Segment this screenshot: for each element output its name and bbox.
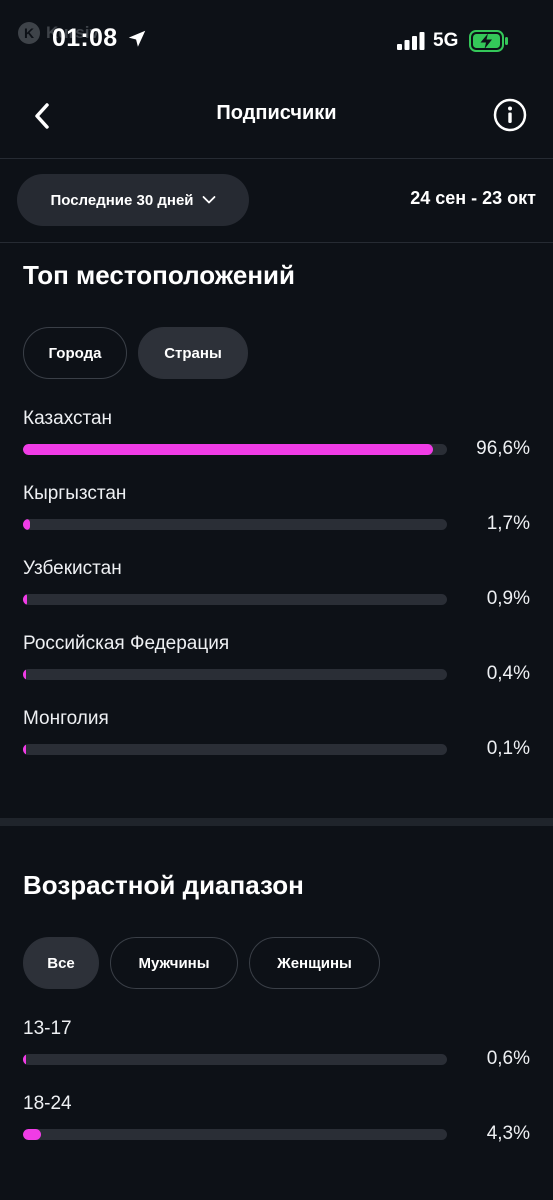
- age-bar-track: [23, 1129, 447, 1140]
- age-label: 18-24: [23, 1093, 72, 1114]
- location-bar-track: [23, 519, 447, 530]
- location-label: Монголия: [23, 708, 109, 729]
- location-arrow-icon: [128, 30, 146, 47]
- location-value: 0,4%: [486, 663, 530, 684]
- age-label: 13-17: [23, 1018, 72, 1039]
- location-bar-track: [23, 594, 447, 605]
- tab-cities[interactable]: Города: [23, 327, 127, 379]
- tab-all[interactable]: Все: [23, 937, 99, 989]
- location-label: Казахстан: [23, 408, 113, 429]
- location-bar-fill: [23, 669, 26, 680]
- age-row: 13-17 0,6%: [0, 1018, 553, 1090]
- location-row: Российская Федерация 0,4%: [0, 633, 553, 705]
- location-value: 1,7%: [486, 513, 530, 534]
- location-bar-fill: [23, 744, 26, 755]
- tab-women[interactable]: Женщины: [249, 937, 380, 989]
- age-value: 0,6%: [486, 1048, 530, 1069]
- age-bar-fill: [23, 1129, 42, 1140]
- age-row: 18-24 4,3%: [0, 1093, 553, 1165]
- age-value: 4,3%: [486, 1123, 530, 1144]
- signal-icon: [397, 32, 425, 50]
- period-label: Последние 30 дней: [50, 191, 194, 209]
- location-row: Кыргызстан 1,7%: [0, 483, 553, 555]
- tab-countries[interactable]: Страны: [138, 327, 248, 379]
- location-bar-track: [23, 744, 447, 755]
- battery-charging-icon: [469, 30, 508, 52]
- tab-men[interactable]: Мужчины: [110, 937, 238, 989]
- location-value: 0,1%: [486, 738, 530, 759]
- network-label: 5G: [433, 30, 459, 51]
- period-dropdown[interactable]: Последние 30 дней: [17, 174, 249, 226]
- screen: K Kursiv 01:08 5G Подписчики Последние 3…: [0, 0, 553, 1200]
- section-divider: [0, 818, 553, 826]
- location-label: Российская Федерация: [23, 633, 230, 654]
- info-circle-icon[interactable]: [493, 98, 527, 132]
- header-divider: [0, 158, 553, 159]
- chevron-down-icon: [202, 196, 215, 204]
- location-value: 0,9%: [486, 588, 530, 609]
- age-bar-track: [23, 1054, 447, 1065]
- page-title: Подписчики: [216, 102, 337, 124]
- location-row: Монголия 0,1%: [0, 708, 553, 780]
- location-bar-track: [23, 444, 447, 455]
- status-time: 01:08: [52, 24, 118, 52]
- location-row: Казахстан 96,6%: [0, 408, 553, 480]
- header: Подписчики: [0, 80, 553, 158]
- location-bar-fill: [23, 594, 27, 605]
- location-label: Узбекистан: [23, 558, 122, 579]
- location-bar-track: [23, 669, 447, 680]
- location-value: 96,6%: [476, 438, 530, 459]
- age-title: Возрастной диапазон: [23, 870, 304, 900]
- location-label: Кыргызстан: [23, 483, 127, 504]
- location-bar-fill: [23, 519, 31, 530]
- status-bar: K Kursiv 01:08 5G: [0, 0, 553, 80]
- age-bar-fill: [23, 1054, 26, 1065]
- locations-title: Топ местоположений: [23, 260, 296, 290]
- filter-divider: [0, 242, 553, 243]
- location-row: Узбекистан 0,9%: [0, 558, 553, 630]
- location-bar-fill: [23, 444, 433, 455]
- date-range: 24 сен - 23 окт: [410, 188, 536, 208]
- watermark-logo-icon: K: [18, 22, 40, 44]
